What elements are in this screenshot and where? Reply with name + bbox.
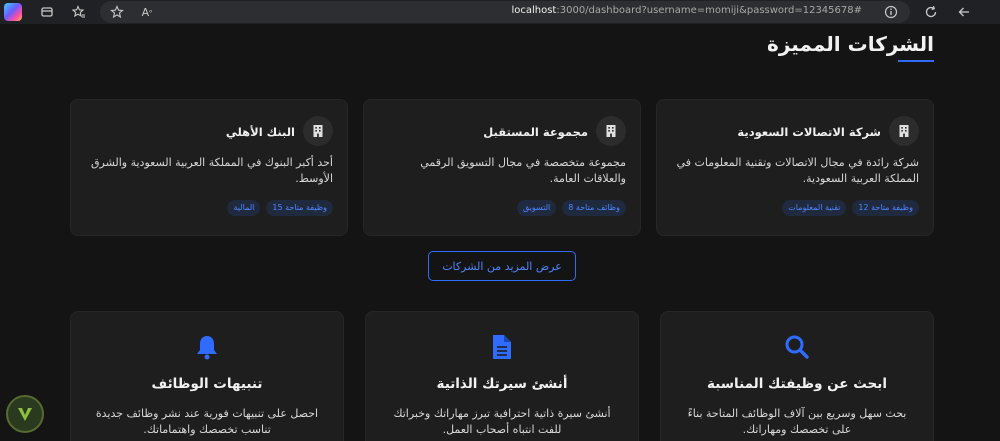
browser-copilot-icon[interactable] (4, 3, 22, 21)
feature-description: بحث سهل وسريع بين آلاف الوظائف المتاحة ب… (687, 407, 907, 436)
feature-title: ابحث عن وظيفتك المناسبة (707, 376, 887, 392)
document-icon (489, 334, 515, 360)
jobs-count-badge: 15 وظيفة متاحة (266, 200, 333, 216)
title-underline (898, 60, 934, 62)
bell-icon (194, 334, 220, 360)
jobs-count-badge: 8 وظائف متاحة (562, 200, 626, 216)
feature-card: تنبيهات الوظائف احصل على تنبيهات فورية ع… (70, 311, 344, 441)
back-icon[interactable] (955, 3, 973, 21)
url-text[interactable]: localhost:3000/dashboard?username=momiji… (511, 5, 862, 16)
favorites-icon[interactable] (70, 3, 88, 21)
company-tags: 15 وظيفة متاحة المالية (227, 200, 333, 216)
company-tags: 12 وظيفة متاحة تقنية المعلومات (782, 200, 919, 216)
building-icon (889, 116, 919, 146)
address-bar[interactable]: Aᵒ localhost:3000/dashboard?username=mom… (100, 1, 910, 23)
logo-badge-icon (6, 395, 44, 433)
company-tags: 8 وظائف متاحة التسويق (517, 200, 626, 216)
refresh-icon[interactable] (922, 3, 940, 21)
tab-actions-icon[interactable] (38, 3, 56, 21)
building-icon (303, 116, 333, 146)
star-icon[interactable] (108, 3, 126, 21)
company-name: البنك الأهلي (225, 125, 295, 139)
company-description: شركة رائدة في مجال الاتصالات وتقنية المع… (676, 156, 919, 185)
jobs-count-badge: 12 وظيفة متاحة (852, 200, 919, 216)
feature-description: أنشئ سيرة ذاتية احترافية تبرز مهاراتك وخ… (393, 407, 611, 436)
sector-badge: تقنية المعلومات (782, 200, 847, 216)
section-title: الشركات المميزة (767, 32, 934, 56)
company-card[interactable]: مجموعة المستقبل مجموعة متخصصة في مجال ال… (363, 99, 641, 236)
browser-toolbar: Aᵒ localhost:3000/dashboard?username=mom… (0, 0, 1000, 24)
search-icon (784, 334, 810, 360)
company-card[interactable]: البنك الأهلي أحد أكبر البنوك في المملكة … (70, 99, 348, 236)
read-aloud-icon[interactable]: Aᵒ (138, 3, 156, 21)
feature-description: احصل على تنبيهات فورية عند نشر وظائف جدي… (95, 407, 319, 436)
sector-badge: التسويق (517, 200, 557, 216)
sector-badge: المالية (227, 200, 261, 216)
feature-title: تنبيهات الوظائف (151, 376, 263, 392)
building-icon (596, 116, 626, 146)
show-more-companies-button[interactable]: عرض المزيد من الشركات (428, 251, 576, 281)
company-name: شركة الاتصالات السعودية (737, 125, 881, 139)
dashboard-page: الشركات المميزة شركة الاتصالات السعودية … (0, 24, 1000, 441)
company-name: مجموعة المستقبل (483, 125, 588, 139)
company-card[interactable]: شركة الاتصالات السعودية شركة رائدة في مج… (656, 99, 934, 236)
feature-card: أنشئ سيرتك الذاتية أنشئ سيرة ذاتية احترا… (365, 311, 639, 441)
company-description: مجموعة متخصصة في مجال التسويق الرقمي وال… (420, 156, 626, 185)
feature-title: أنشئ سيرتك الذاتية (436, 376, 568, 392)
company-description: أحد أكبر البنوك في المملكة العربية السعو… (90, 156, 333, 185)
site-info-icon[interactable] (882, 3, 900, 21)
feature-card: ابحث عن وظيفتك المناسبة بحث سهل وسريع بي… (660, 311, 934, 441)
